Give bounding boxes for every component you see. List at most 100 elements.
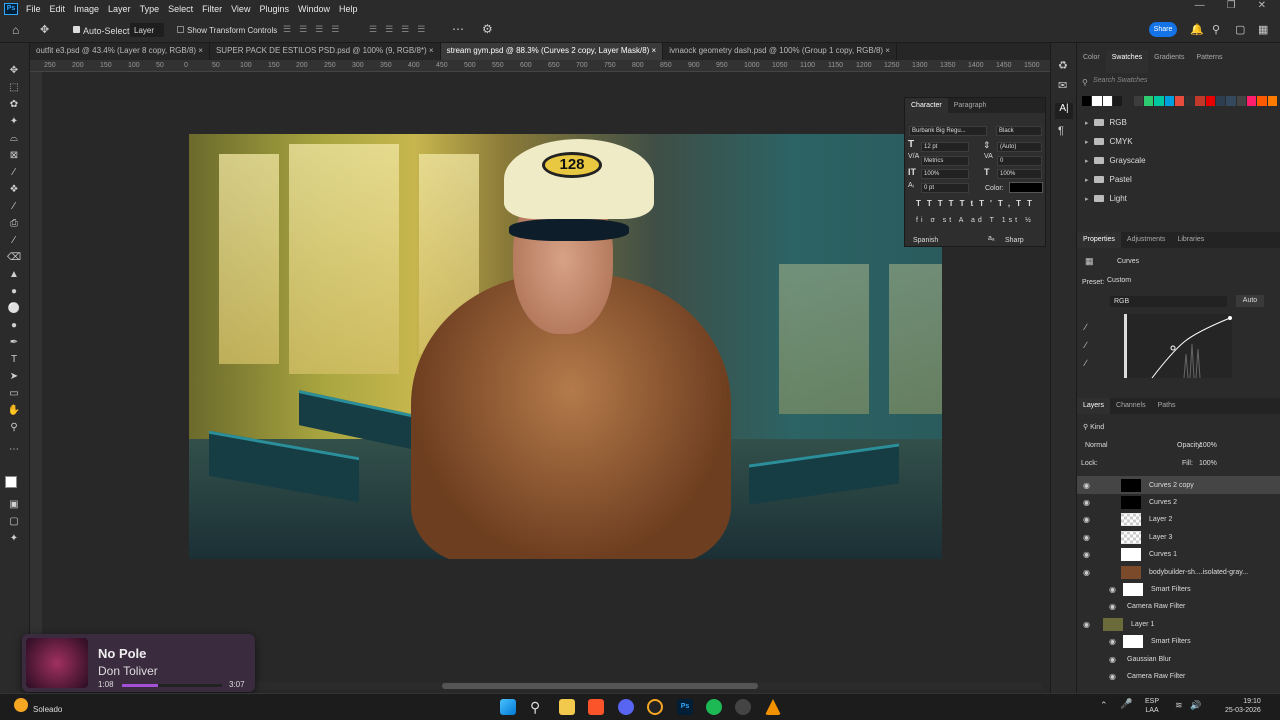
- eye-icon[interactable]: ◉: [1083, 498, 1093, 507]
- menu-window[interactable]: Window: [298, 4, 330, 14]
- align-icons[interactable]: ☰☰☰☰: [283, 24, 347, 35]
- curves-graph[interactable]: [1124, 314, 1232, 378]
- leading-field[interactable]: (Auto): [997, 142, 1042, 152]
- recent-swatches[interactable]: [1082, 96, 1278, 108]
- progress-track[interactable]: [122, 684, 222, 687]
- show-transform-checkbox[interactable]: [177, 26, 184, 33]
- color-swatch[interactable]: [1257, 96, 1267, 106]
- minimize-icon[interactable]: —: [1195, 0, 1205, 14]
- fill-field[interactable]: 100%: [1199, 460, 1217, 467]
- swatch-folder-cmyk[interactable]: ▸ CMYK: [1077, 132, 1277, 151]
- underline-button[interactable]: T: [1016, 199, 1027, 208]
- language-dropdown[interactable]: Spanish: [913, 237, 938, 244]
- search-icon[interactable]: ⚲: [530, 699, 546, 715]
- antialias-dropdown[interactable]: Sharp: [1005, 237, 1024, 244]
- vertical-scale-field[interactable]: 100%: [921, 169, 969, 179]
- color-swatch[interactable]: [1174, 96, 1185, 106]
- tab-paragraph[interactable]: Paragraph: [948, 98, 993, 113]
- color-swatch[interactable]: [1082, 96, 1092, 106]
- tab-stream-gym[interactable]: stream gym.psd @ 88.3% (Curves 2 copy, L…: [440, 43, 664, 60]
- color-swatch[interactable]: [1247, 96, 1257, 106]
- comments-icon[interactable]: ✉: [1058, 79, 1067, 92]
- menu-type[interactable]: Type: [140, 4, 160, 14]
- tab-adjustments[interactable]: Adjustments: [1121, 232, 1172, 248]
- old-style-button[interactable]: σ: [930, 217, 937, 224]
- photoshop-taskbar-icon[interactable]: Ps: [677, 699, 693, 715]
- path-select-icon[interactable]: ➤: [7, 371, 21, 383]
- eye-icon[interactable]: ◉: [1109, 655, 1119, 664]
- subscript-button[interactable]: T,: [998, 199, 1016, 208]
- tab-patterns[interactable]: Patterns: [1190, 50, 1228, 73]
- faux-bold-button[interactable]: T: [916, 199, 927, 208]
- app-icon[interactable]: [735, 699, 751, 715]
- generative-icon[interactable]: ✦: [7, 533, 21, 545]
- smudge-tool-icon[interactable]: ●: [7, 320, 21, 332]
- layer-row[interactable]: ◉ Layer 3: [1077, 528, 1280, 546]
- history-icon[interactable]: ♻: [1058, 59, 1068, 72]
- file-explorer-icon[interactable]: [559, 699, 575, 715]
- discord-icon[interactable]: [618, 699, 634, 715]
- menu-edit[interactable]: Edit: [50, 4, 66, 14]
- eyedropper-icons[interactable]: ∕ ∕ ∕: [1085, 318, 1087, 372]
- eye-icon[interactable]: ◉: [1083, 515, 1093, 524]
- eye-icon[interactable]: ◉: [1109, 637, 1119, 646]
- ligatures-button[interactable]: fi: [916, 217, 926, 224]
- layer-filter-dropdown[interactable]: ⚲ Kind: [1083, 423, 1104, 431]
- layer-row[interactable]: ◉ Gaussian Blur: [1077, 650, 1280, 668]
- layer-row[interactable]: ◉ Curves 1: [1077, 546, 1280, 564]
- zoom-tool-icon[interactable]: ⚲: [7, 422, 21, 434]
- horizontal-scale-field[interactable]: 100%: [997, 169, 1042, 179]
- baseline-shift-field[interactable]: 0 pt: [921, 183, 969, 193]
- stylistic-alt-button[interactable]: A: [959, 217, 966, 224]
- swash-button[interactable]: st: [943, 217, 954, 224]
- contextual-button[interactable]: T: [990, 217, 997, 224]
- healing-tool-icon[interactable]: ❖: [7, 184, 21, 196]
- faux-italic-button[interactable]: T: [927, 199, 938, 208]
- tab-properties[interactable]: Properties: [1077, 232, 1121, 248]
- tab-outfit[interactable]: outfit e3.psd @ 43.4% (Layer 8 copy, RGB…: [30, 43, 210, 60]
- type-tool-icon[interactable]: T: [7, 354, 21, 366]
- bell-icon[interactable]: 🔔: [1190, 23, 1204, 36]
- tracking-field[interactable]: 0: [997, 156, 1042, 166]
- color-swatch[interactable]: [1102, 96, 1112, 106]
- frame-tool-icon[interactable]: ⊠: [7, 150, 21, 162]
- crop-tool-icon[interactable]: ⌓: [7, 133, 21, 145]
- tab-swatches[interactable]: Swatches: [1105, 50, 1149, 73]
- foreground-color-swatch[interactable]: [5, 476, 17, 488]
- font-family-dropdown[interactable]: Burbank Big Regu...: [909, 126, 987, 136]
- swatch-folder-rgb[interactable]: ▸ RGB: [1077, 113, 1277, 132]
- eye-icon[interactable]: ◉: [1109, 672, 1119, 681]
- eye-icon[interactable]: ◉: [1083, 620, 1093, 629]
- quick-select-tool-icon[interactable]: ✦: [7, 116, 21, 128]
- more-tools-icon[interactable]: ⋯: [7, 444, 21, 456]
- screen-mode-icon[interactable]: ▢: [7, 516, 21, 528]
- wifi-icon[interactable]: ≋: [1175, 700, 1183, 711]
- color-swatch[interactable]: [1216, 96, 1226, 106]
- color-swatch[interactable]: [1133, 96, 1143, 106]
- color-swatch[interactable]: [1112, 96, 1123, 106]
- paragraph-panel-icon[interactable]: ¶: [1058, 125, 1064, 137]
- all-caps-button[interactable]: TT: [938, 199, 960, 208]
- preset-dropdown[interactable]: Custom: [1107, 277, 1257, 287]
- color-swatch[interactable]: [1123, 96, 1133, 106]
- layer-row[interactable]: ◉ Layer 2: [1077, 511, 1280, 529]
- microphone-icon[interactable]: 🎤: [1120, 699, 1132, 710]
- color-swatch[interactable]: [1195, 96, 1205, 106]
- tab-character[interactable]: Character: [905, 98, 948, 113]
- blur-tool-icon[interactable]: ●: [7, 286, 21, 298]
- swatch-folder-pastel[interactable]: ▸ Pastel: [1077, 170, 1277, 189]
- rectangle-tool-icon[interactable]: ▭: [7, 388, 21, 400]
- panel-arrange-icon[interactable]: ▦: [1258, 23, 1268, 36]
- volume-icon[interactable]: 🔊: [1190, 700, 1201, 711]
- menu-file[interactable]: File: [26, 4, 41, 14]
- superscript-button[interactable]: T': [979, 199, 998, 208]
- marquee-tool-icon[interactable]: ⬚: [7, 82, 21, 94]
- text-style-buttons[interactable]: TTTTTtT'T,TT: [916, 199, 1038, 208]
- blend-mode-dropdown[interactable]: Normal: [1085, 442, 1108, 449]
- menu-view[interactable]: View: [231, 4, 250, 14]
- layer-row[interactable]: ◉ Camera Raw Filter: [1077, 598, 1280, 616]
- swatch-search-input[interactable]: Search Swatches: [1081, 77, 1271, 89]
- restore-icon[interactable]: ❐: [1227, 0, 1236, 14]
- menu-help[interactable]: Help: [339, 4, 358, 14]
- media-popup[interactable]: No Pole Don Toliver 1:08 3:07: [22, 634, 255, 692]
